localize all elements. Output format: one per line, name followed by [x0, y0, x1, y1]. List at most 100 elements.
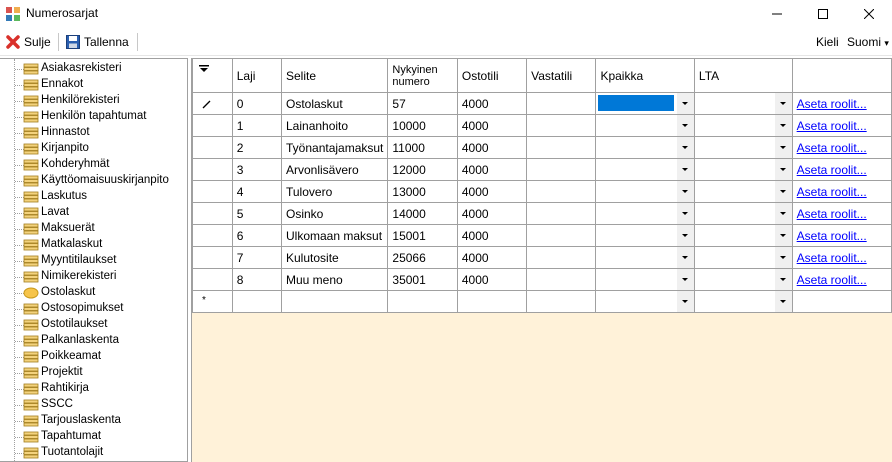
tree-item[interactable]: Myyntitilaukset [0, 253, 186, 269]
module-tree[interactable]: Asiakasrekisteri Ennakot Henkilörekisteri H… [0, 58, 188, 462]
row-header[interactable] [192, 202, 233, 225]
tree-item[interactable]: Kohderyhmät [0, 157, 186, 173]
set-roles-link[interactable]: Aseta roolit... [797, 273, 867, 287]
cell-nykyinen-numero[interactable]: 10000 [387, 114, 458, 137]
tree-item[interactable]: Nimikerekisteri [0, 269, 186, 285]
cell-laji[interactable]: 2 [231, 136, 283, 159]
dropdown-arrow-icon[interactable] [676, 115, 694, 136]
tree-item[interactable]: Henkilörekisteri [0, 93, 186, 109]
lta-dropdown[interactable] [693, 224, 793, 247]
lta-dropdown[interactable] [693, 158, 793, 181]
kpaikka-dropdown[interactable] [595, 180, 695, 203]
cell-selite[interactable]: Kulutosite [280, 246, 389, 269]
dropdown-arrow-icon[interactable] [676, 269, 694, 290]
cell-ostotili[interactable]: 4000 [456, 224, 528, 247]
cell-selite[interactable]: Lainanhoito [280, 114, 389, 137]
kpaikka-dropdown[interactable] [595, 136, 695, 159]
tree-item[interactable]: Tarjouslaskenta [0, 413, 186, 429]
dropdown-arrow-icon[interactable] [676, 93, 694, 114]
dropdown-arrow-icon[interactable] [676, 137, 694, 158]
table-row[interactable]: 2 Työnantajamaksut 11000 4000 Aseta roolit..… [192, 136, 892, 159]
table-row[interactable]: 4 Tulovero 13000 4000 Aseta roolit... [192, 180, 892, 203]
cell-laji[interactable]: 3 [231, 158, 283, 181]
cell-ostotili[interactable]: 4000 [456, 202, 528, 225]
dropdown-arrow-icon[interactable] [774, 269, 792, 290]
cell-ostotili[interactable]: 4000 [456, 246, 528, 269]
cell-nykyinen-numero[interactable]: 12000 [387, 158, 458, 181]
kpaikka-dropdown[interactable] [595, 246, 695, 269]
lta-dropdown[interactable] [693, 268, 793, 291]
column-header-selite[interactable]: Selite [280, 58, 389, 93]
cell-vastatili[interactable] [526, 268, 597, 291]
cell-ostotili[interactable]: 4000 [456, 268, 528, 291]
tree-item[interactable]: Poikkeamat [0, 349, 186, 365]
cell-ostotili[interactable]: 4000 [456, 136, 528, 159]
cell-laji[interactable]: 0 [231, 92, 283, 115]
tree-item[interactable]: Ostolaskut [0, 285, 186, 301]
lta-dropdown[interactable] [693, 290, 793, 313]
cell-nykyinen-numero[interactable]: 25066 [387, 246, 458, 269]
lta-dropdown[interactable] [693, 92, 793, 115]
tree-item[interactable]: Lavat [0, 205, 186, 221]
cell-vastatili[interactable] [526, 180, 597, 203]
cell-nykyinen-numero[interactable]: 35001 [387, 268, 458, 291]
dropdown-arrow-icon[interactable] [774, 115, 792, 136]
dropdown-arrow-icon[interactable] [676, 159, 694, 180]
cell-vastatili[interactable] [526, 136, 597, 159]
tree-item[interactable]: SSCC [0, 397, 186, 413]
cell-laji[interactable]: 8 [231, 268, 283, 291]
cell-laji[interactable] [231, 290, 283, 313]
set-roles-link[interactable]: Aseta roolit... [797, 141, 867, 155]
kpaikka-dropdown[interactable] [595, 158, 695, 181]
minimize-button[interactable] [754, 0, 800, 28]
dropdown-arrow-icon[interactable] [676, 247, 694, 268]
cell-laji[interactable]: 1 [231, 114, 283, 137]
close-window-button[interactable] [846, 0, 892, 28]
kpaikka-dropdown[interactable] [595, 268, 695, 291]
row-header[interactable] [192, 92, 233, 115]
cell-selite[interactable]: Tulovero [280, 180, 389, 203]
cell-ostotili[interactable]: 4000 [456, 158, 528, 181]
dropdown-arrow-icon[interactable] [774, 291, 792, 312]
table-row[interactable]: 8 Muu meno 35001 4000 Aseta roolit... [192, 268, 892, 291]
tree-item[interactable]: Tuotantolajit [0, 445, 186, 461]
tree-item[interactable]: Matkalaskut [0, 237, 186, 253]
cell-selite[interactable]: Ulkomaan maksut [280, 224, 389, 247]
dropdown-arrow-icon[interactable] [774, 247, 792, 268]
set-roles-link[interactable]: Aseta roolit... [797, 251, 867, 265]
save-button[interactable]: Tallenna [66, 32, 129, 52]
tree-item[interactable]: Asiakasrekisteri [0, 61, 186, 77]
set-roles-link[interactable]: Aseta roolit... [797, 229, 867, 243]
column-header-nykyinen-numero[interactable]: Nykyinen numero [387, 58, 458, 93]
table-row[interactable]: 7 Kulutosite 25066 4000 Aseta roolit... [192, 246, 892, 269]
cell-vastatili[interactable] [526, 202, 597, 225]
set-roles-link[interactable]: Aseta roolit... [797, 163, 867, 177]
table-row[interactable]: 3 Arvonlisävero 12000 4000 Aseta roolit... [192, 158, 892, 181]
cell-nykyinen-numero[interactable]: 15001 [387, 224, 458, 247]
cell-nykyinen-numero[interactable]: 14000 [387, 202, 458, 225]
cell-vastatili[interactable] [526, 290, 597, 313]
cell-nykyinen-numero[interactable]: 57 [387, 92, 458, 115]
dropdown-arrow-icon[interactable] [676, 203, 694, 224]
tree-item[interactable]: Ennakot [0, 77, 186, 93]
lta-dropdown[interactable] [693, 136, 793, 159]
column-header-ostotili[interactable]: Ostotili [456, 58, 528, 93]
lta-dropdown[interactable] [693, 114, 793, 137]
kpaikka-dropdown[interactable] [595, 92, 695, 115]
set-roles-link[interactable]: Aseta roolit... [797, 207, 867, 221]
set-roles-link[interactable]: Aseta roolit... [797, 97, 867, 111]
cell-selite[interactable]: Työnantajamaksut [280, 136, 389, 159]
cell-selite[interactable]: Osinko [280, 202, 389, 225]
cell-laji[interactable]: 4 [231, 180, 283, 203]
lta-dropdown[interactable] [693, 246, 793, 269]
dropdown-arrow-icon[interactable] [676, 225, 694, 246]
maximize-button[interactable] [800, 0, 846, 28]
tree-item[interactable]: Tapahtumat [0, 429, 186, 445]
dropdown-arrow-icon[interactable] [774, 93, 792, 114]
lta-dropdown[interactable] [693, 202, 793, 225]
cell-nykyinen-numero[interactable] [387, 290, 458, 313]
dropdown-arrow-icon[interactable] [774, 137, 792, 158]
cell-nykyinen-numero[interactable]: 11000 [387, 136, 458, 159]
tree-item[interactable]: Käyttöomaisuuskirjanpito [0, 173, 186, 189]
row-header[interactable]: * [192, 290, 233, 313]
